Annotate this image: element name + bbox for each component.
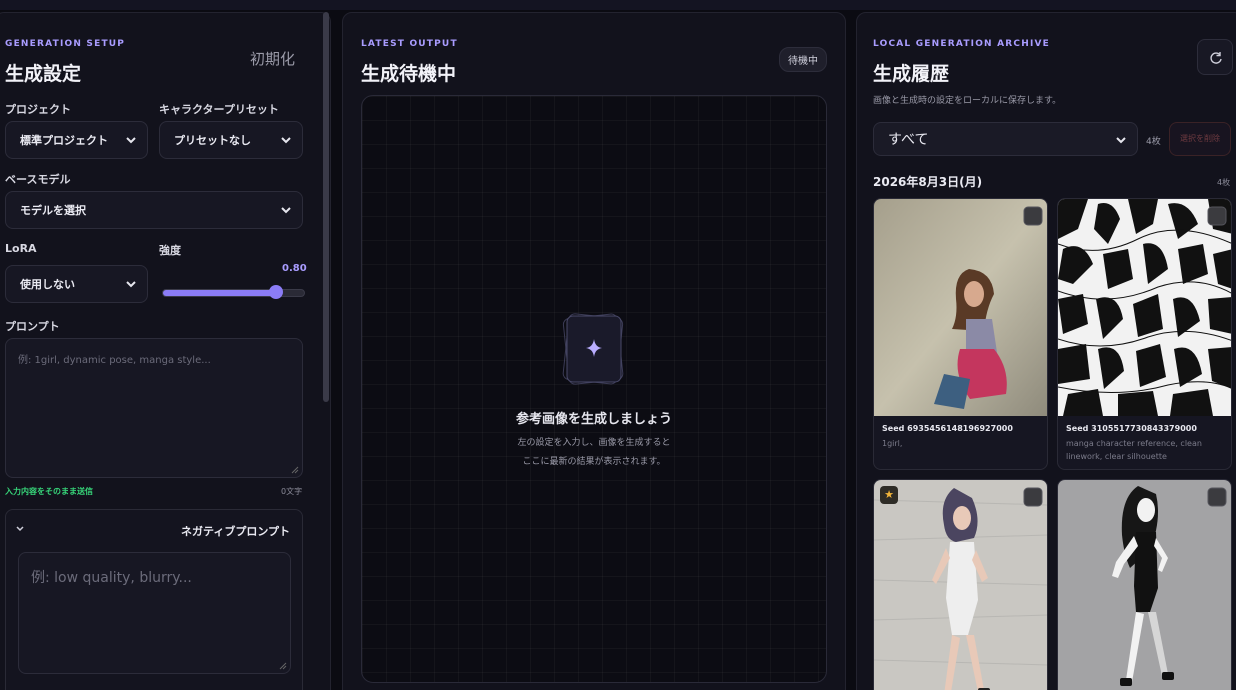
lora-select[interactable]: 使用しない <box>5 265 148 303</box>
prompt-label: プロンプト <box>5 320 60 333</box>
strength-label: 強度 <box>159 244 181 257</box>
sparkle-icon <box>562 313 624 385</box>
negative-prompt-label: ネガティブプロンプト <box>180 525 290 538</box>
strength-slider-thumb[interactable] <box>268 285 283 299</box>
archive-card[interactable]: ★ <box>873 479 1048 690</box>
refresh-button[interactable] <box>1197 39 1233 75</box>
delete-selected-button[interactable]: 選択を削除 <box>1169 122 1231 156</box>
setup-eyebrow: GENERATION SETUP <box>5 39 126 49</box>
archive-count: 4枚 <box>1146 137 1161 147</box>
generated-image-girl-painting[interactable] <box>874 199 1048 416</box>
strength-value: 0.80 <box>282 263 307 274</box>
lora-label: LoRA <box>5 242 37 255</box>
generated-image-standing-girl-white[interactable] <box>874 480 1048 690</box>
negative-prompt-section: ネガティブプロンプト 例: low quality, blurry... <box>5 509 303 690</box>
preset-select[interactable]: プリセットなし <box>159 121 303 159</box>
model-select-value: モデルを選択 <box>20 204 86 217</box>
send-raw-toggle[interactable]: 入力内容をそのまま送信 <box>5 486 93 497</box>
model-select[interactable]: モデルを選択 <box>5 191 303 229</box>
archive-subtitle: 画像と生成時の設定をローカルに保存します。 <box>873 96 1062 106</box>
card-prompt: 1girl, <box>882 439 903 448</box>
prompt-textarea[interactable]: 例: 1girl, dynamic pose, manga style... <box>5 338 303 478</box>
project-select-value: 標準プロジェクト <box>20 134 108 147</box>
favorite-star-icon[interactable]: ★ <box>880 486 898 504</box>
chevron-down-icon <box>126 281 136 288</box>
empty-state-line1: 左の設定を入力し、画像を生成すると <box>517 438 671 448</box>
prompt-char-count: 0文字 <box>281 487 303 496</box>
generation-archive-panel: LOCAL GENERATION ARCHIVE 生成履歴 画像と生成時の設定を… <box>856 12 1236 690</box>
latest-output-panel: LATEST OUTPUT 生成待機中 待機中 参考画像を生成しましょう 左の設… <box>342 12 846 690</box>
project-select[interactable]: 標準プロジェクト <box>5 121 148 159</box>
archive-card[interactable]: Seed 3105517730843379000 manga character… <box>1057 198 1232 470</box>
negative-prompt-textarea[interactable]: 例: low quality, blurry... <box>18 552 291 674</box>
group-date: 2026年8月3日(月) <box>873 175 983 189</box>
resize-grip-icon[interactable] <box>291 466 299 474</box>
archive-title: 生成履歴 <box>873 63 950 85</box>
preset-select-value: プリセットなし <box>174 134 251 147</box>
refresh-icon <box>1210 52 1222 64</box>
status-badge: 待機中 <box>779 47 827 72</box>
output-canvas: 参考画像を生成しましょう 左の設定を入力し、画像を生成すると ここに最新の結果が… <box>361 95 827 683</box>
strength-slider-track[interactable] <box>162 285 305 299</box>
card-seed: Seed 3105517730843379000 <box>1066 424 1197 433</box>
chevron-down-icon <box>281 137 291 144</box>
model-label: ベースモデル <box>5 173 71 186</box>
generation-setup-panel: GENERATION SETUP 生成設定 初期化 プロジェクト 標準プロジェク… <box>0 12 331 690</box>
output-eyebrow: LATEST OUTPUT <box>361 39 458 49</box>
output-title: 生成待機中 <box>361 63 457 85</box>
empty-state-title: 参考画像を生成しましょう <box>515 412 672 427</box>
window-top-strip <box>0 0 1236 10</box>
archive-card[interactable]: Seed 6935456148196927000 1girl, <box>873 198 1048 470</box>
group-count: 4枚 <box>1217 178 1231 187</box>
generated-image-standing-girl-black[interactable] <box>1058 480 1232 690</box>
prompt-placeholder: 例: 1girl, dynamic pose, manga style... <box>18 355 211 366</box>
empty-state-line2: ここに最新の結果が表示されます。 <box>522 457 666 467</box>
reset-button[interactable]: 初期化 <box>250 48 295 69</box>
archive-card[interactable] <box>1057 479 1232 690</box>
chevron-down-icon <box>281 207 291 214</box>
archive-filter-value: すべて <box>888 132 929 148</box>
left-panel-scrollbar-thumb[interactable] <box>323 12 329 402</box>
chevron-down-icon <box>126 137 136 144</box>
left-panel-scrollbar[interactable] <box>322 12 330 412</box>
resize-grip-icon[interactable] <box>279 662 287 670</box>
preset-label: キャラクタープリセット <box>159 103 279 116</box>
lora-select-value: 使用しない <box>20 278 75 291</box>
generated-image-manga-collage[interactable] <box>1058 199 1232 416</box>
chevron-down-icon[interactable] <box>16 526 24 532</box>
archive-filter-select[interactable]: すべて <box>873 122 1138 156</box>
project-label: プロジェクト <box>5 103 71 116</box>
strength-slider-fill <box>163 290 276 296</box>
negative-prompt-placeholder: 例: low quality, blurry... <box>31 570 192 586</box>
archive-eyebrow: LOCAL GENERATION ARCHIVE <box>873 39 1051 49</box>
chevron-down-icon <box>1116 137 1126 144</box>
card-seed: Seed 6935456148196927000 <box>882 424 1013 433</box>
card-prompt: manga character reference, clean linewor… <box>1066 439 1202 461</box>
setup-title: 生成設定 <box>5 63 82 85</box>
